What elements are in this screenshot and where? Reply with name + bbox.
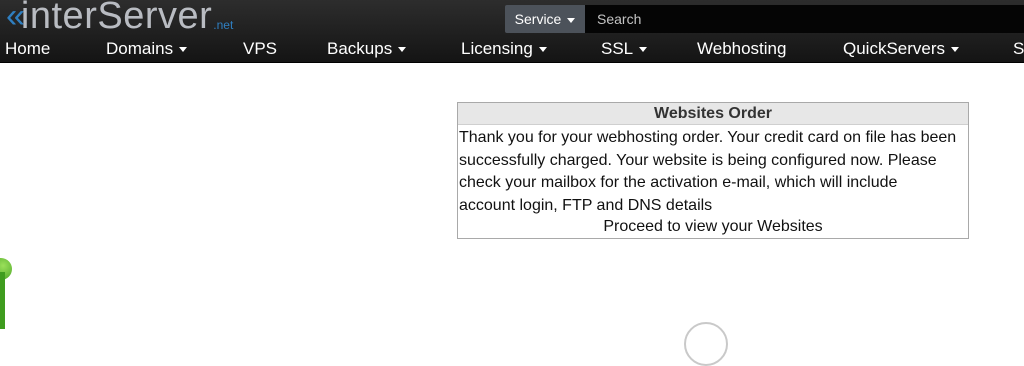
- proceed-to-websites-link[interactable]: Proceed to view your Websites: [458, 217, 968, 237]
- logo-text: interServer: [20, 0, 213, 37]
- chevron-down-icon: [179, 47, 188, 53]
- nav-label: SSL: [601, 39, 634, 58]
- nav-label: Home: [5, 39, 51, 58]
- chevron-down-icon: [951, 47, 960, 53]
- nav-item-backups[interactable]: Backups: [327, 38, 407, 60]
- nav-label: QuickServers: [843, 39, 946, 58]
- chevron-down-icon: [639, 47, 648, 53]
- main-nav: Home Domains VPS Backups Licensing SSL W…: [0, 38, 1024, 60]
- interserver-logo[interactable]: « interServer .net: [6, 0, 233, 36]
- nav-item-webhosting[interactable]: Webhosting: [697, 38, 786, 60]
- logo-suffix: .net: [213, 18, 234, 32]
- message-line: successfully charged. Your website is be…: [459, 151, 937, 169]
- service-dropdown-button[interactable]: Service: [505, 5, 585, 33]
- nav-item-licensing[interactable]: Licensing: [461, 38, 547, 60]
- nav-label: Se: [1013, 39, 1024, 58]
- nav-label: Licensing: [461, 39, 533, 58]
- order-confirmation-message: Thank you for your webhosting order. You…: [458, 125, 968, 217]
- service-label: Service: [514, 11, 562, 27]
- nav-item-domains[interactable]: Domains: [106, 38, 188, 60]
- nav-label: Backups: [327, 39, 393, 58]
- nav-item-ssl[interactable]: SSL: [601, 38, 648, 60]
- message-line: Thank you for your webhosting order. You…: [459, 129, 957, 146]
- top-navigation-bar: « interServer .net Service Home Domains …: [0, 0, 1024, 63]
- chevron-down-icon: [398, 47, 407, 53]
- chevron-down-icon: [538, 47, 547, 53]
- nav-item-truncated[interactable]: Se: [1013, 38, 1024, 60]
- nav-item-quickservers[interactable]: QuickServers: [843, 38, 960, 60]
- panel-title: Websites Order: [458, 103, 968, 125]
- nav-label: VPS: [243, 39, 278, 58]
- nav-item-home[interactable]: Home: [5, 38, 50, 60]
- chat-widget-tab[interactable]: [0, 272, 5, 329]
- websites-order-panel: Websites Order Thank you for your webhos…: [457, 102, 969, 239]
- nav-item-vps[interactable]: VPS: [243, 38, 277, 60]
- nav-label: Domains: [106, 39, 174, 58]
- message-line: account login, FTP and DNS details: [459, 196, 713, 214]
- message-line: check your mailbox for the activation e-…: [459, 174, 898, 191]
- search-input[interactable]: [585, 5, 1024, 33]
- nav-label: Webhosting: [697, 39, 787, 58]
- chevron-down-icon: [567, 17, 576, 23]
